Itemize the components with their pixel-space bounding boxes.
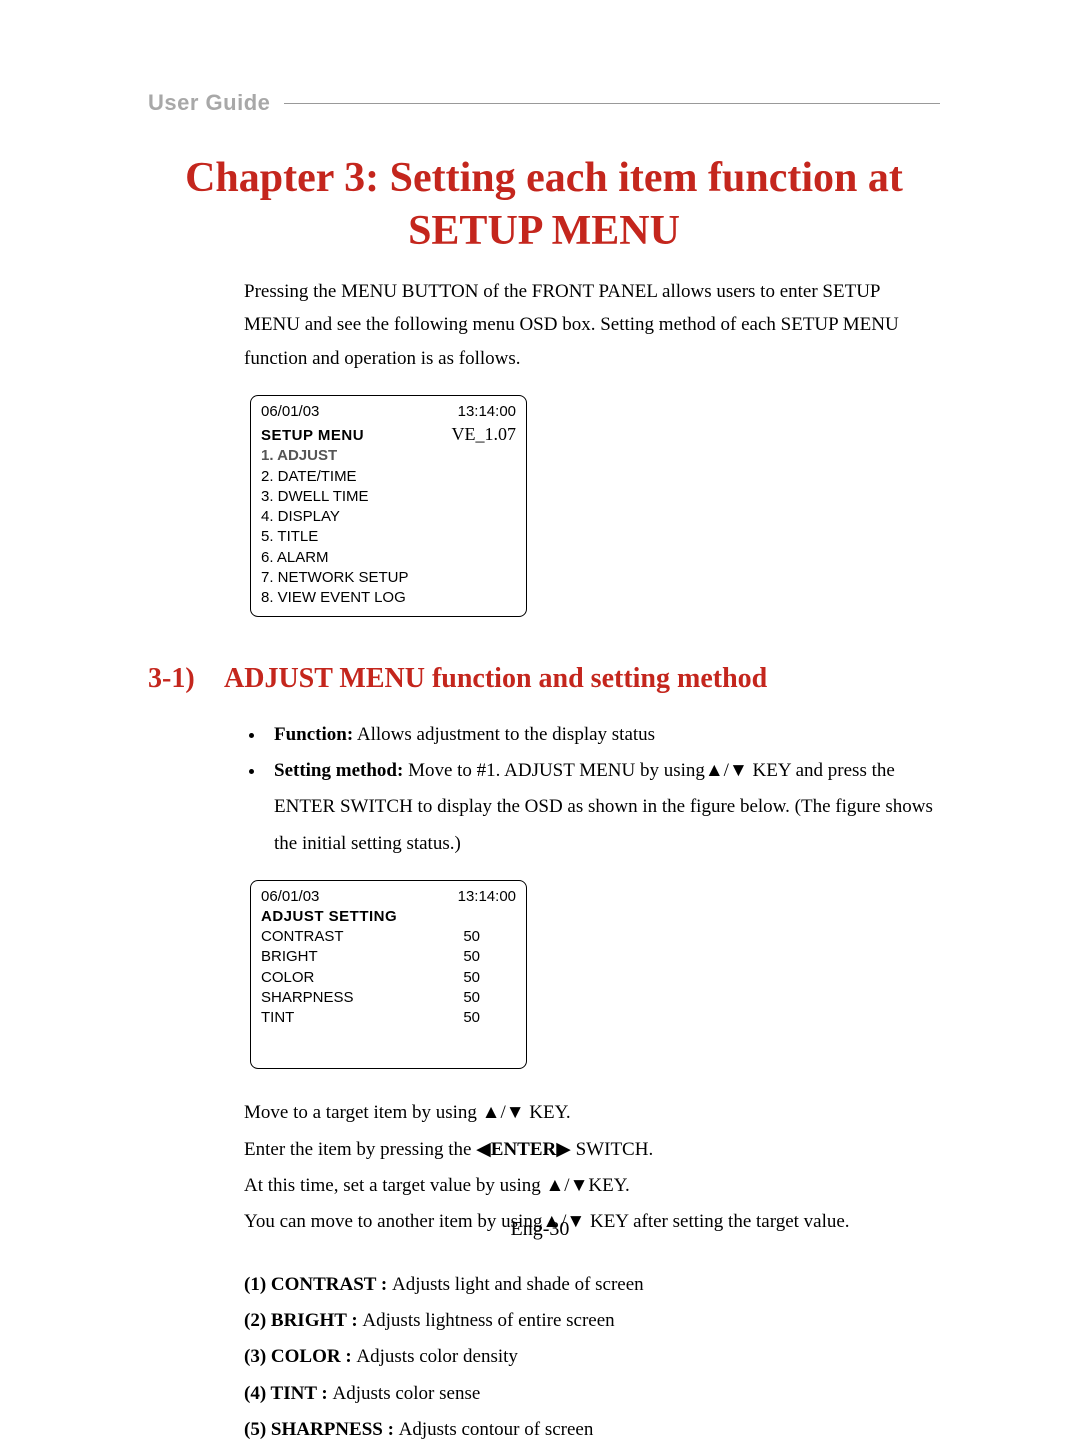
definition-line: (4) TINT : Adjusts color sense: [244, 1378, 940, 1410]
page-number: Eng-30: [0, 1218, 1080, 1241]
bullet-item: Function: Allows adjustment to the displ…: [266, 717, 940, 753]
table-row: CONTRAST50: [261, 927, 516, 947]
def-label: (4) TINT :: [244, 1383, 333, 1404]
page: User Guide Chapter 3: Setting each item …: [0, 0, 1080, 1357]
def-label: (5) SHARPNESS :: [244, 1419, 399, 1440]
def-label: (1) CONTRAST :: [244, 1274, 392, 1295]
chapter-title: Chapter 3: Setting each item function at…: [148, 152, 940, 257]
osd-item: 7. NETWORK SETUP: [261, 568, 516, 588]
osd-item: 4. DISPLAY: [261, 507, 516, 527]
osd-setup-menu: 06/01/03 13:14:00 SETUP MENU VE_1.07 1. …: [250, 395, 527, 618]
intro-paragraph: Pressing the MENU BUTTON of the FRONT PA…: [244, 275, 940, 375]
osd-time: 13:14:00: [458, 887, 516, 907]
osd-topbar: 06/01/03 13:14:00: [261, 402, 516, 422]
table-row: BRIGHT50: [261, 947, 516, 967]
osd-adjust-setting: 06/01/03 13:14:00 ADJUST SETTING CONTRAS…: [250, 880, 527, 1070]
header-label: User Guide: [148, 90, 270, 116]
instruction-line: Move to a target item by using ▲/▼ KEY.: [244, 1097, 940, 1129]
section-body: Function: Allows adjustment to the displ…: [244, 717, 940, 1446]
section-heading: ADJUST MENU function and setting method: [224, 663, 767, 694]
osd-item: 3. DWELL TIME: [261, 487, 516, 507]
instruction-line: At this time, set a target value by usin…: [244, 1170, 940, 1202]
instruction-line: Enter the item by pressing the ◀ENTER▶ S…: [244, 1134, 940, 1166]
row-value: 50: [414, 947, 516, 967]
definition-line: (5) SHARPNESS : Adjusts contour of scree…: [244, 1414, 940, 1446]
osd-time: 13:14:00: [458, 402, 516, 422]
row-label: COLOR: [261, 968, 414, 988]
bullet-text: Allows adjustment to the display status: [353, 724, 655, 745]
row-label: SHARPNESS: [261, 988, 414, 1008]
row-value: 50: [414, 1008, 516, 1028]
osd-date: 06/01/03: [261, 402, 319, 422]
bullet-label: Setting method:: [274, 760, 403, 781]
instr-fragment: Enter the item by pressing the ◀: [244, 1139, 491, 1160]
doc-header: User Guide: [148, 90, 940, 116]
instr-fragment: ▶ SWITCH.: [556, 1139, 653, 1160]
osd-spacer: [261, 1028, 516, 1060]
bullet-list: Function: Allows adjustment to the displ…: [244, 717, 940, 861]
table-row: COLOR50: [261, 968, 516, 988]
row-value: 50: [414, 927, 516, 947]
row-value: 50: [414, 988, 516, 1008]
row-value: 50: [414, 968, 516, 988]
def-label: (2) BRIGHT :: [244, 1310, 362, 1331]
definition-line: (3) COLOR : Adjusts color density: [244, 1341, 940, 1373]
row-label: TINT: [261, 1008, 414, 1028]
osd-item: 8. VIEW EVENT LOG: [261, 588, 516, 608]
def-text: Adjusts light and shade of screen: [392, 1274, 644, 1295]
osd-item: 5. TITLE: [261, 527, 516, 547]
bullet-label: Function:: [274, 724, 353, 745]
body: Pressing the MENU BUTTON of the FRONT PA…: [244, 275, 940, 617]
section-title: 3-1)ADJUST MENU function and setting met…: [148, 663, 940, 695]
osd-version: VE_1.07: [452, 422, 517, 446]
def-text: Adjusts contour of screen: [399, 1419, 594, 1440]
table-row: SHARPNESS50: [261, 988, 516, 1008]
def-text: Adjusts color sense: [333, 1383, 481, 1404]
osd-item: 1. ADJUST: [261, 446, 516, 466]
osd-item: 2. DATE/TIME: [261, 467, 516, 487]
row-label: CONTRAST: [261, 927, 414, 947]
row-label: BRIGHT: [261, 947, 414, 967]
osd-topbar: 06/01/03 13:14:00: [261, 887, 516, 907]
definition-line: (1) CONTRAST : Adjusts light and shade o…: [244, 1269, 940, 1301]
osd-table: CONTRAST50 BRIGHT50 COLOR50 SHARPNESS50 …: [261, 927, 516, 1028]
osd-header: ADJUST SETTING: [261, 907, 516, 927]
osd-date: 06/01/03: [261, 887, 319, 907]
definitions: (1) CONTRAST : Adjusts light and shade o…: [244, 1269, 940, 1446]
def-text: Adjusts lightness of entire screen: [362, 1310, 614, 1331]
osd-header: SETUP MENU: [261, 426, 364, 446]
table-row: TINT50: [261, 1008, 516, 1028]
section-number: 3-1): [148, 663, 224, 695]
bullet-item: Setting method: Move to #1. ADJUST MENU …: [266, 753, 940, 861]
instr-bold: ENTER: [491, 1139, 556, 1160]
header-rule: [284, 103, 940, 104]
osd-item: 6. ALARM: [261, 548, 516, 568]
osd-header-row: SETUP MENU VE_1.07: [261, 422, 516, 446]
definition-line: (2) BRIGHT : Adjusts lightness of entire…: [244, 1305, 940, 1337]
